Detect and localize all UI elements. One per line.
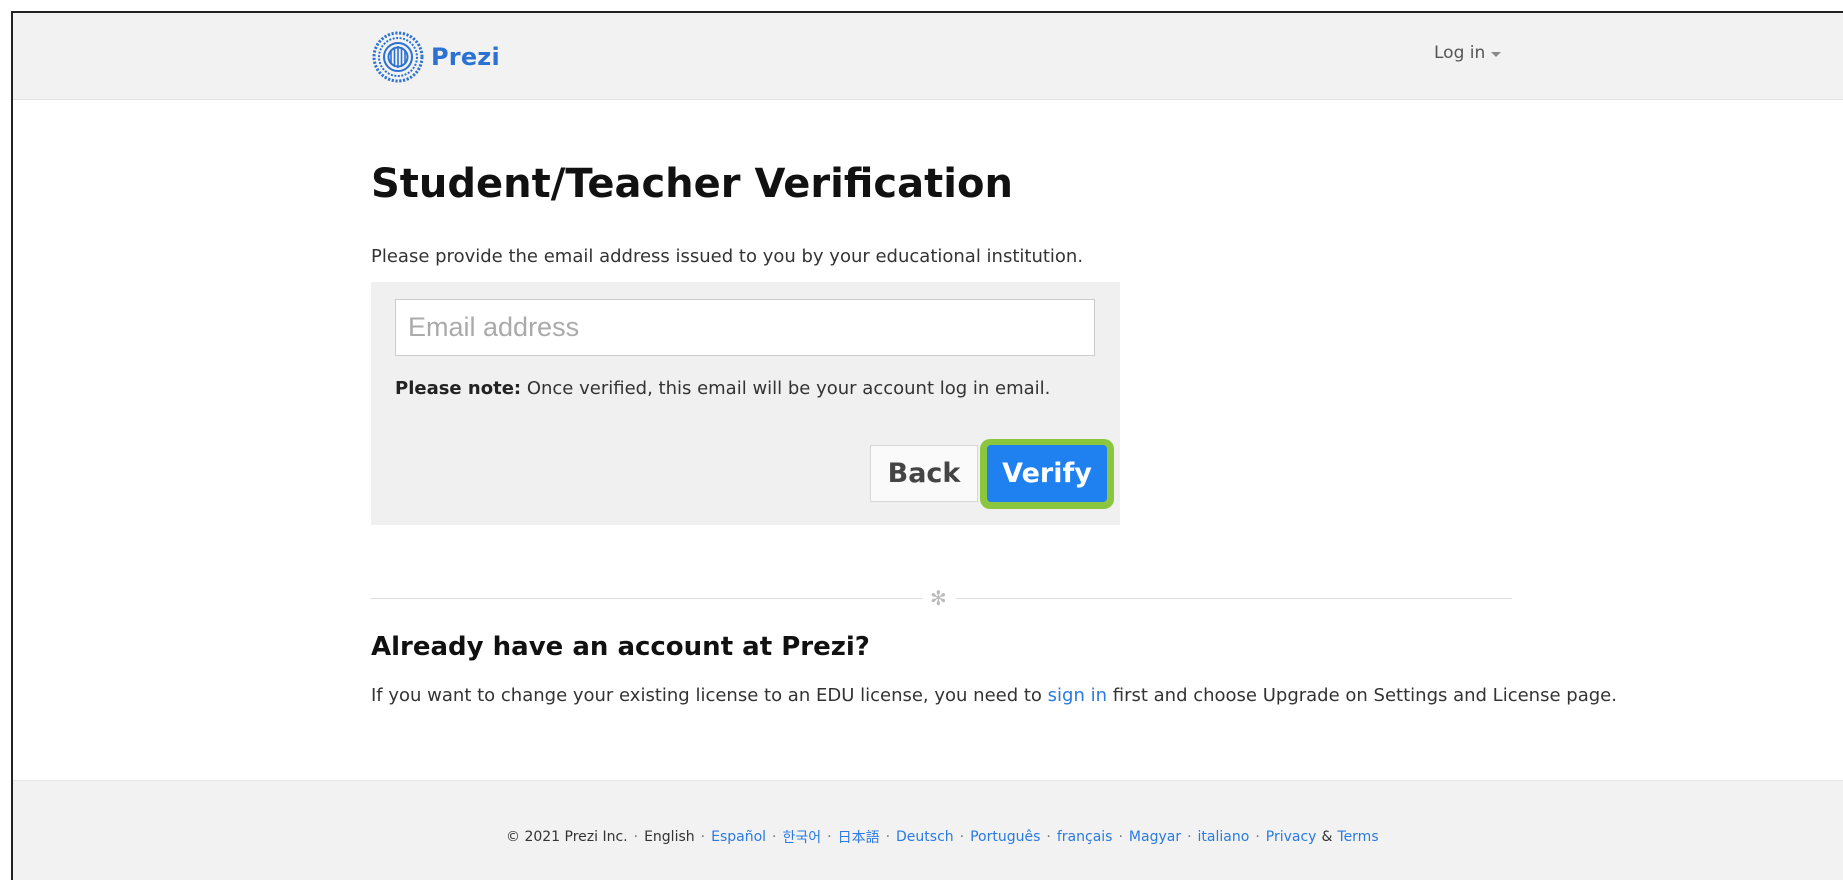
language-link-korean[interactable]: 한국어 — [782, 827, 821, 847]
verify-button-focus-ring: Verify — [980, 439, 1114, 509]
separator: · — [1187, 829, 1192, 845]
language-link-italiano[interactable]: italiano — [1198, 829, 1250, 845]
language-link-francais[interactable]: français — [1057, 829, 1113, 845]
verify-button[interactable]: Verify — [987, 445, 1107, 502]
privacy-link[interactable]: Privacy — [1266, 829, 1317, 845]
login-label: Log in — [1434, 43, 1486, 63]
top-header: Prezi Log in — [13, 13, 1843, 100]
separator: · — [1255, 829, 1260, 845]
email-input[interactable] — [395, 299, 1095, 356]
separator: · — [885, 829, 891, 845]
separator: · — [959, 829, 965, 845]
copyright: © 2021 Prezi Inc. — [506, 829, 628, 845]
language-link-japanese[interactable]: 日本語 — [838, 827, 880, 847]
asterisk-icon: ✻ — [930, 586, 947, 610]
language-current: English — [644, 829, 695, 845]
intro-text: Please provide the email address issued … — [371, 246, 1084, 267]
divider-line-right — [956, 598, 1512, 599]
account-info-text: If you want to change your existing lice… — [371, 685, 1617, 706]
logo-text: Prezi — [431, 43, 500, 71]
footer-links: © 2021 Prezi Inc. · English · Español · … — [506, 827, 1379, 847]
prezi-logo[interactable]: Prezi — [371, 30, 500, 84]
note-body: Once verified, this email will be your a… — [521, 378, 1051, 399]
login-dropdown[interactable]: Log in — [1434, 43, 1502, 63]
note-label: Please note: — [395, 378, 522, 399]
page-title: Student/Teacher Verification — [371, 161, 1013, 207]
separator: · — [1046, 829, 1051, 845]
language-link-deutsch[interactable]: Deutsch — [896, 829, 954, 845]
prezi-logo-icon — [372, 31, 424, 83]
account-heading: Already have an account at Prezi? — [371, 632, 870, 662]
language-link-portugues[interactable]: Português — [970, 829, 1040, 845]
separator: · — [827, 829, 832, 845]
divider-line-left — [371, 598, 923, 599]
separator: · — [772, 829, 777, 845]
separator: · — [700, 829, 706, 845]
note-text: Please note: Once verified, this email w… — [395, 378, 1050, 399]
ampersand: & — [1321, 829, 1333, 845]
info-text-before: If you want to change your existing lice… — [371, 685, 1048, 706]
sign-in-link[interactable]: sign in — [1048, 685, 1107, 706]
footer: © 2021 Prezi Inc. · English · Español · … — [13, 780, 1843, 880]
back-button[interactable]: Back — [870, 445, 978, 502]
language-link-espanol[interactable]: Español — [711, 829, 766, 845]
terms-link[interactable]: Terms — [1337, 829, 1378, 845]
separator: · — [633, 829, 639, 845]
page-frame: Prezi Log in Student/Teacher Verificatio… — [11, 11, 1843, 880]
language-link-magyar[interactable]: Magyar — [1129, 829, 1181, 845]
verification-form: Please note: Once verified, this email w… — [371, 282, 1120, 525]
separator: · — [1118, 829, 1123, 845]
caret-down-icon — [1491, 52, 1502, 57]
info-text-after: first and choose Upgrade on Settings and… — [1107, 685, 1617, 706]
